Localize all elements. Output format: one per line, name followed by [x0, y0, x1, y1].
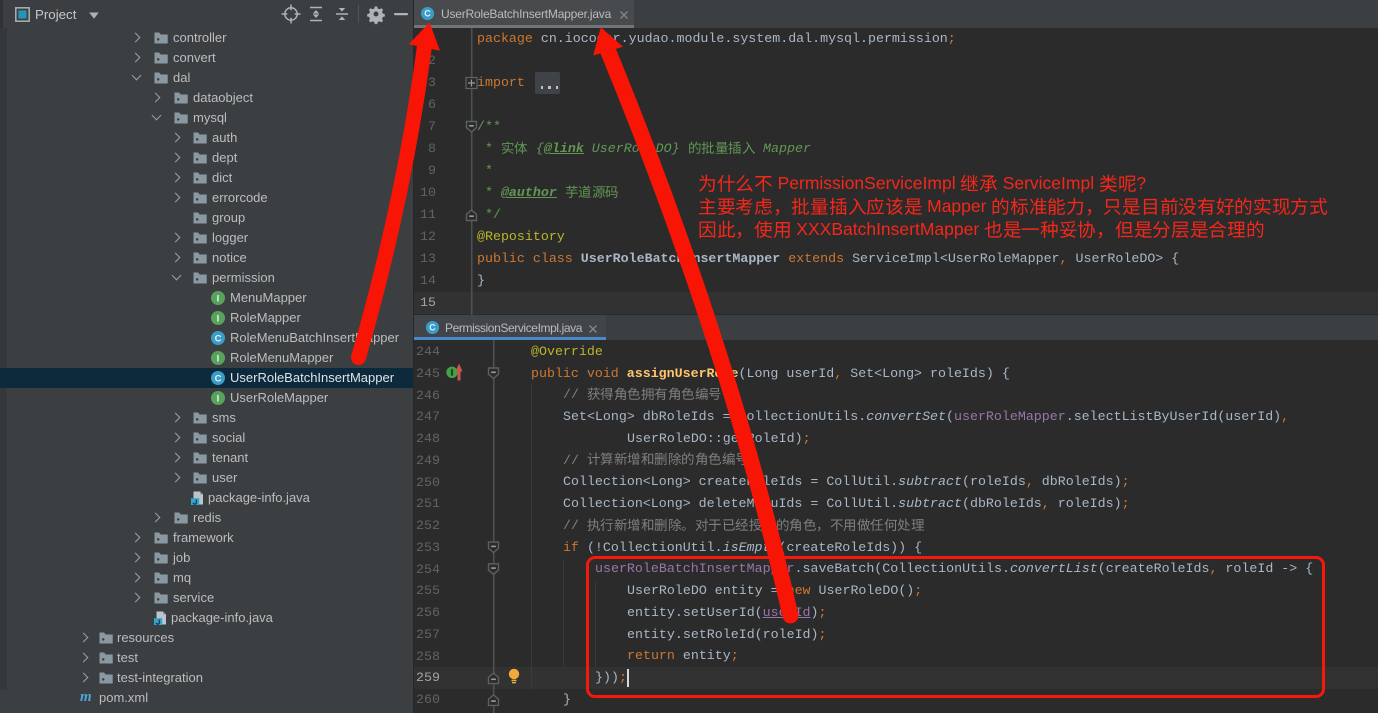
svg-text:I: I [217, 353, 220, 364]
svg-text:C: C [215, 333, 222, 344]
svg-text:C: C [429, 323, 436, 333]
svg-text:C: C [424, 9, 431, 19]
svg-text:I: I [217, 293, 220, 304]
svg-text:I: I [217, 393, 220, 404]
svg-text:I: I [217, 313, 220, 324]
svg-text:C: C [215, 373, 222, 384]
